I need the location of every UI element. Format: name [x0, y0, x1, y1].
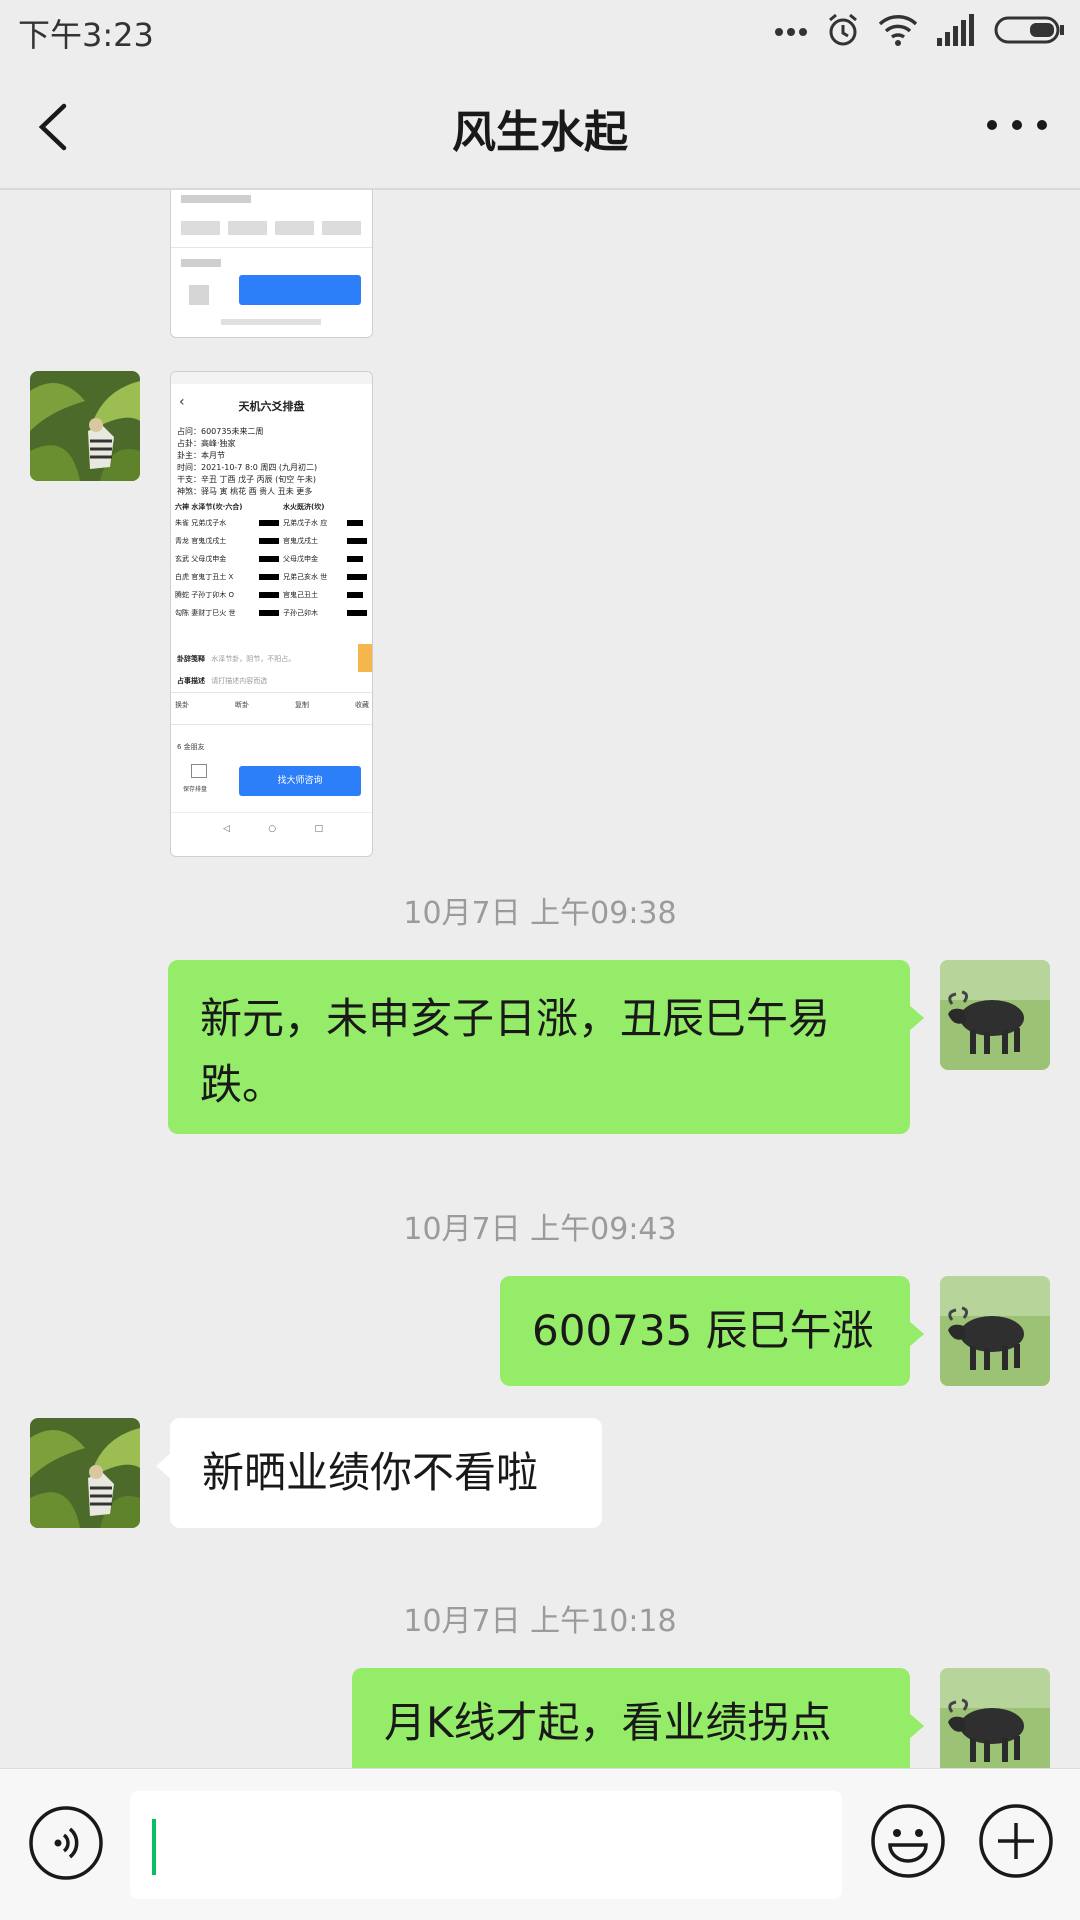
hexagram-row: 玄武 父母戊申金 父母戊申金: [175, 554, 371, 564]
status-icons: [774, 12, 1066, 52]
divider: [171, 812, 372, 813]
blur-line: [181, 259, 221, 267]
card-footer-label: 6 金朋友: [177, 743, 205, 751]
blur-toolbar: [181, 221, 361, 235]
more-functions-button[interactable]: [978, 1803, 1054, 1879]
nav-bar-blur: [221, 319, 321, 325]
avatar[interactable]: [30, 1418, 140, 1528]
consult-button-mini: 找大师咨询: [239, 766, 361, 796]
hexagram-header: 六神 水泽节(坎·六合) 水火既济(坎): [175, 503, 325, 511]
card-line: 占问：600735未来二周: [177, 427, 264, 436]
voice-button[interactable]: [28, 1805, 104, 1881]
status-time: 下午3:23: [18, 16, 154, 54]
chat-title: 风生水起: [452, 107, 628, 158]
nav-recent-icon: □: [314, 824, 323, 834]
voice-icon: [29, 1806, 103, 1880]
mini-nav-bar: ◁ ○ □: [223, 824, 323, 834]
blur-line: [181, 195, 251, 203]
nav-back-icon: ◁: [223, 824, 230, 834]
card-title: 天机六爻排盘: [238, 400, 305, 413]
wifi-icon: [878, 14, 918, 50]
alarm-icon: [826, 13, 860, 51]
emoji-icon: [871, 1804, 945, 1878]
message-bubble-sent[interactable]: 月K线才起，看业绩拐点: [352, 1668, 924, 1768]
more-dots-icon: [987, 120, 1047, 130]
image-message-screenshot[interactable]: ‹ 天机六爻排盘 占问：600735未来二周 占卦：高峰·独家 卦主：本月节 时…: [170, 371, 373, 857]
divider: [171, 692, 372, 693]
dots-icon: [774, 23, 808, 42]
signal-icon: [936, 14, 976, 50]
image-message-partial[interactable]: [170, 190, 373, 338]
side-tab: [358, 644, 372, 672]
hexagram-row: 朱雀 兄弟戊子水 兄弟戊子水 应: [175, 518, 371, 528]
hexagram-row: 勾陈 妻财丁巳火 世 子孙己卯木: [175, 608, 371, 618]
message-bubble-sent[interactable]: 600735 辰巳午涨: [500, 1276, 924, 1386]
chat-area[interactable]: ‹ 天机六爻排盘 占问：600735未来二周 占卦：高峰·独家 卦主：本月节 时…: [0, 190, 1080, 1768]
input-bar: [0, 1768, 1080, 1920]
hexagram-row: 白虎 官鬼丁丑土 X 兄弟己亥水 世: [175, 572, 371, 582]
message-timestamp: 10月7日 上午09:38: [403, 896, 677, 931]
hexagram-table: 六神 水泽节(坎·六合) 水火既济(坎) 朱雀 兄弟戊子水 兄弟戊子水 应 青龙…: [175, 502, 371, 618]
mini-status-bar: [171, 372, 372, 384]
status-bar: 下午3:23: [0, 0, 1080, 62]
message-timestamp: 10月7日 上午10:18: [403, 1604, 677, 1639]
nav-home-icon: ○: [268, 824, 277, 834]
plus-icon: [979, 1804, 1053, 1878]
message-timestamp: 10月7日 上午09:43: [403, 1212, 677, 1247]
desc-row: 占事描述 请打描述内容而选: [177, 677, 268, 685]
download-icon: [191, 764, 207, 778]
hexagram-row: 腾蛇 子孙丁卯木 O 官鬼己丑土: [175, 590, 371, 600]
hexagram-row: 青龙 官鬼戊戌土 官鬼戊戌土: [175, 536, 371, 546]
chat-header: 风生水起: [0, 62, 1080, 190]
message-bubble-received[interactable]: 新晒业绩你不看啦: [156, 1418, 602, 1528]
avatar-self[interactable]: [940, 1668, 1050, 1768]
note-row: 卦辞笺释 水泽节卦，阴节，不阳占。: [177, 655, 296, 663]
avatar-self[interactable]: [940, 960, 1050, 1070]
consult-button-blurred: [239, 275, 361, 305]
card-info: 占问：600735未来二周 占卦：高峰·独家 卦主：本月节 时间：2021-10…: [177, 426, 317, 498]
text-caret: [152, 1819, 156, 1875]
card-line: 时间：2021-10-7 8:0 周四 (九月初二): [177, 463, 318, 472]
emoji-button[interactable]: [870, 1803, 946, 1879]
card-line: 卦主：本月节: [177, 451, 225, 460]
avatar[interactable]: [30, 371, 140, 481]
message-input[interactable]: [130, 1791, 842, 1899]
card-line: 占卦：高峰·独家: [177, 439, 236, 448]
divider: [171, 247, 372, 248]
avatar-self[interactable]: [940, 1276, 1050, 1386]
save-icon: [189, 285, 209, 305]
message-bubble-sent[interactable]: 新元，未申亥子日涨，丑辰巳午易跌。: [168, 960, 924, 1134]
card-tools: 换卦 断卦 复制 收藏: [175, 701, 369, 709]
divider: [171, 724, 372, 725]
save-label: 保存排盘: [183, 786, 208, 793]
card-line: 干支：辛丑 丁酉 戊子 丙辰 (旬空 午未): [177, 475, 316, 484]
battery-icon: [994, 15, 1066, 49]
more-button[interactable]: [984, 110, 1050, 140]
card-line: 神煞：驿马 寅 桃花 酉 贵人 丑未 更多: [177, 487, 313, 496]
